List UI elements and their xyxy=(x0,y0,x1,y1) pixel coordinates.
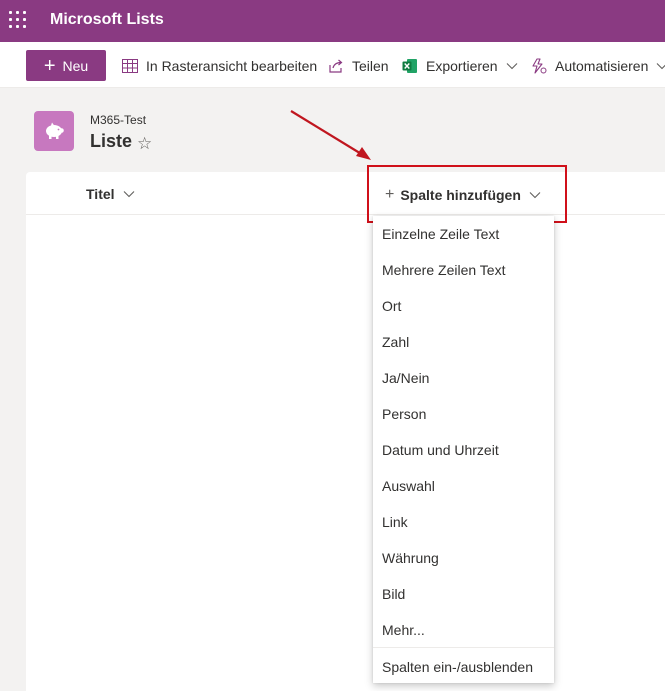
chevron-down-icon xyxy=(506,63,517,70)
list-title: Liste xyxy=(90,131,133,151)
app-title[interactable]: Microsoft Lists xyxy=(50,11,164,29)
list-panel: Titel xyxy=(26,172,665,691)
menu-item-number[interactable]: Zahl xyxy=(382,334,409,350)
star-icon[interactable]: ☆ xyxy=(137,134,152,154)
chevron-down-icon xyxy=(123,191,134,198)
excel-icon xyxy=(402,59,417,73)
highlight-box xyxy=(367,165,567,223)
column-title-label: Titel xyxy=(86,186,115,202)
automate-button[interactable]: Automatisieren xyxy=(530,57,665,75)
menu-item-image[interactable]: Bild xyxy=(382,586,405,602)
column-type-menu: Einzelne Zeile Text Mehrere Zeilen Text … xyxy=(373,216,554,683)
menu-divider xyxy=(373,647,554,648)
automate-label: Automatisieren xyxy=(555,58,649,74)
menu-item-choice[interactable]: Auswahl xyxy=(382,478,435,494)
waffle-icon[interactable] xyxy=(9,11,26,28)
grid-edit-label: In Rasteransicht bearbeiten xyxy=(146,58,318,74)
export-label: Exportieren xyxy=(426,58,498,74)
plus-icon: + xyxy=(43,54,56,77)
menu-item-date-time[interactable]: Datum und Uhrzeit xyxy=(382,442,499,458)
command-bar: + Neu In Rasteransicht bearbeiten Teilen… xyxy=(0,42,665,88)
piggy-bank-icon xyxy=(46,122,64,139)
share-label: Teilen xyxy=(352,58,389,74)
menu-item-currency[interactable]: Währung xyxy=(382,550,439,566)
export-button[interactable]: Exportieren xyxy=(402,57,526,75)
chevron-down-icon xyxy=(657,63,665,70)
menu-item-multi-line-text[interactable]: Mehrere Zeilen Text xyxy=(382,262,505,278)
automate-icon xyxy=(532,57,547,74)
menu-item-link[interactable]: Link xyxy=(382,514,408,530)
share-button[interactable]: Teilen xyxy=(328,57,389,75)
column-header-row: Titel xyxy=(26,172,665,215)
menu-item-yes-no[interactable]: Ja/Nein xyxy=(382,370,429,386)
column-header-title[interactable]: Titel xyxy=(86,186,135,202)
grid-edit-button[interactable]: In Rasteransicht bearbeiten xyxy=(122,57,317,75)
suite-bar: Microsoft Lists xyxy=(0,0,665,42)
site-name[interactable]: M365-Test xyxy=(90,113,146,127)
menu-item-show-hide-columns[interactable]: Spalten ein-/ausblenden xyxy=(382,659,533,675)
menu-item-location[interactable]: Ort xyxy=(382,298,401,314)
menu-item-more[interactable]: Mehr... xyxy=(382,622,425,638)
share-icon xyxy=(329,59,343,73)
new-button[interactable]: + Neu xyxy=(26,50,106,81)
menu-item-single-line-text[interactable]: Einzelne Zeile Text xyxy=(382,226,499,242)
list-icon xyxy=(34,111,74,151)
new-button-label: Neu xyxy=(62,57,89,74)
grid-icon xyxy=(122,59,138,73)
menu-item-person[interactable]: Person xyxy=(382,406,426,422)
annotation-arrow xyxy=(290,110,371,160)
